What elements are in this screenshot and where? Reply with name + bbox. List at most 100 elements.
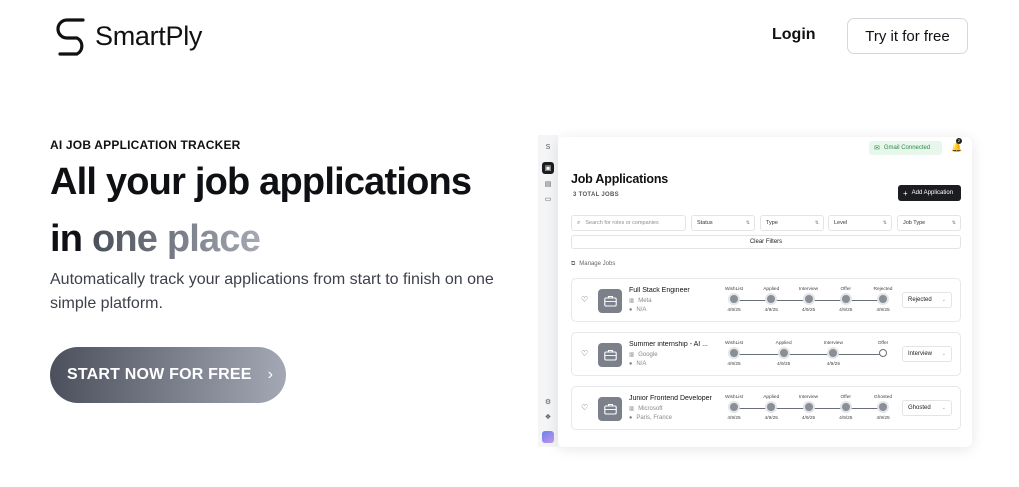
sort-arrows-icon: ⇅ — [951, 220, 956, 226]
add-application-label: Add Application — [911, 190, 954, 196]
job-company: ▥ Meta — [629, 298, 652, 304]
stage-label: WishList — [724, 287, 744, 292]
progress-stage: Interview 4/9/25 — [817, 339, 849, 369]
chevron-down-icon: ⌄ — [941, 297, 946, 303]
job-type-filter[interactable]: Job Type ⇅ — [897, 215, 961, 231]
search-input[interactable]: ⌕ Search for roles or companies — [571, 215, 686, 231]
status-select[interactable]: Rejected ⌄ — [902, 292, 952, 308]
building-icon: ▥ — [629, 298, 635, 304]
job-type-filter-label: Job Type — [903, 220, 926, 226]
status-value: Interview — [908, 351, 933, 357]
manage-jobs-link[interactable]: ⧉ Manage Jobs — [571, 261, 615, 268]
stage-date: 4/9/25 — [876, 308, 890, 313]
try-free-button[interactable]: Try it for free — [847, 18, 968, 54]
search-icon: ⌕ — [577, 219, 581, 226]
stage-dot — [804, 295, 813, 303]
stage-date: 4/9/25 — [764, 308, 778, 313]
stage-date: 4/9/25 — [727, 416, 741, 421]
bell-icon[interactable]: 🔔 2 — [951, 138, 962, 153]
stage-label: Interview — [798, 287, 819, 292]
progress-stage: Applied 4/9/25 — [755, 285, 787, 315]
stage-label: Applied — [763, 395, 780, 400]
heart-icon[interactable]: ♡ — [581, 403, 588, 412]
stage-label: WishList — [724, 341, 744, 346]
level-filter[interactable]: Level ⇅ — [828, 215, 892, 231]
login-button[interactable]: Login — [772, 26, 816, 44]
stage-date — [867, 361, 899, 369]
nav-inbox-icon[interactable]: ▭ — [542, 193, 554, 205]
progress-stage: Offer 4/9/25 — [830, 393, 862, 423]
job-location-name: Paris, France — [636, 415, 673, 421]
status-filter-label: Status — [697, 220, 713, 226]
sort-arrows-icon: ⇅ — [814, 220, 819, 226]
chevron-right-icon: › — [267, 366, 274, 383]
level-filter-label: Level — [834, 220, 848, 226]
job-role[interactable]: Summer internship - AI ... — [629, 341, 717, 348]
progress-line — [734, 354, 883, 355]
extensions-puzzle-icon[interactable]: ❖ — [542, 411, 554, 423]
stage-dot — [767, 295, 776, 303]
brand-logo[interactable]: SmartPly — [54, 16, 202, 56]
mail-icon: ✉ — [874, 145, 880, 152]
stage-label: Rejected — [873, 287, 893, 292]
start-now-button[interactable]: START NOW FOR FREE › — [50, 347, 286, 403]
clear-filters-button[interactable]: Clear Filters — [571, 235, 961, 249]
nav-documents-icon[interactable]: ▤ — [542, 178, 554, 190]
stage-label: Interview — [798, 395, 819, 400]
chevron-down-icon: ⌄ — [941, 405, 946, 411]
progress-stage: Applied 4/9/25 — [768, 339, 800, 369]
add-application-button[interactable]: + Add Application — [898, 185, 961, 201]
app-main-panel: ✉ Gmail Connected 🔔 2 Job Applications 3 … — [558, 137, 972, 447]
stage-dot — [730, 349, 738, 357]
status-select[interactable]: Ghosted ⌄ — [902, 400, 952, 416]
progress-stage: Offer 4/9/25 — [830, 285, 862, 315]
stage-dot — [879, 403, 887, 411]
briefcase-icon — [598, 289, 622, 313]
stage-label: Ghosted — [873, 395, 893, 400]
hero-title-line2: in one place — [50, 218, 261, 260]
job-role[interactable]: Junior Frontend Developer — [629, 395, 717, 402]
hero-title-line1: All your job applications — [50, 161, 472, 203]
stage-dot — [730, 403, 738, 411]
app-logo-icon[interactable]: S — [542, 141, 554, 153]
job-card[interactable]: ♡ Full Stack Engineer ▥ Meta ● N/A WishList 4/9… — [571, 278, 961, 322]
application-progress-track: WishList 4/9/25 Applied 4/9/25 Interview 4/9/… — [720, 393, 892, 425]
user-avatar[interactable] — [542, 431, 554, 443]
briefcase-icon — [598, 397, 622, 421]
plus-icon: + — [903, 188, 908, 198]
search-placeholder: Search for roles or companies — [585, 220, 659, 226]
progress-stage: WishList 4/9/25 — [718, 285, 750, 315]
stage-date: 4/9/25 — [839, 416, 853, 421]
stage-dot — [841, 295, 850, 303]
notification-count: 2 — [956, 138, 962, 144]
chevron-down-icon: ⌄ — [941, 351, 946, 357]
manage-jobs-label: Manage Jobs — [579, 261, 616, 267]
gmail-status-badge: ✉ Gmail Connected — [869, 141, 942, 155]
heart-icon[interactable]: ♡ — [581, 295, 588, 304]
job-card[interactable]: ♡ Summer internship - AI ... ▥ Google ● N/A Wi… — [571, 332, 961, 376]
heart-icon[interactable]: ♡ — [581, 349, 588, 358]
smartply-logo-icon — [56, 18, 85, 56]
job-card[interactable]: ♡ Junior Frontend Developer ▥ Microsoft ● Par… — [571, 386, 961, 430]
job-company-name: Microsoft — [638, 406, 663, 412]
manage-icon: ⧉ — [571, 261, 576, 267]
job-company: ▥ Microsoft — [629, 406, 663, 412]
status-value: Ghosted — [908, 405, 931, 411]
status-filter[interactable]: Status ⇅ — [691, 215, 755, 231]
stage-label: Offer — [840, 395, 852, 400]
stage-label: Interview — [823, 341, 843, 346]
stage-date: 4/9/25 — [764, 416, 778, 421]
hero-title-highlight: one place — [91, 218, 261, 260]
settings-gear-icon[interactable]: ⚙ — [542, 396, 554, 408]
status-select[interactable]: Interview ⌄ — [902, 346, 952, 362]
stage-label: Applied — [763, 287, 780, 292]
job-company: ▥ Google — [629, 352, 658, 358]
sort-arrows-icon: ⇅ — [882, 220, 887, 226]
nav-applications-icon[interactable]: ▣ — [542, 162, 554, 174]
hero-eyebrow: AI JOB APPLICATION TRACKER — [50, 138, 241, 152]
briefcase-icon — [598, 343, 622, 367]
stage-date: 4/9/25 — [801, 416, 816, 421]
job-role[interactable]: Full Stack Engineer — [629, 287, 717, 294]
type-filter[interactable]: Type ⇅ — [760, 215, 824, 231]
job-location-name: N/A — [636, 361, 647, 367]
